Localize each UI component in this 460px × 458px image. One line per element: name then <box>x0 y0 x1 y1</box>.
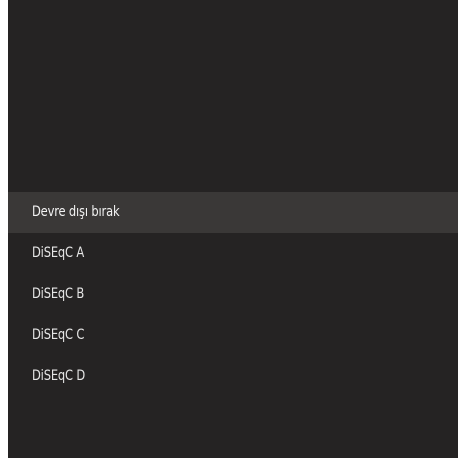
option-label: DiSEqC D <box>32 368 86 384</box>
option-diseqc-c[interactable]: DiSEqC C <box>8 315 458 356</box>
option-label: DiSEqC C <box>32 327 85 343</box>
option-disable[interactable]: Devre dışı bırak <box>8 192 458 233</box>
option-diseqc-d[interactable]: DiSEqC D <box>8 356 458 397</box>
option-label: Devre dışı bırak <box>32 204 120 220</box>
option-label: DiSEqC B <box>32 286 85 302</box>
option-list: Devre dışı bırak DiSEqC A DiSEqC B DiSEq… <box>8 192 458 397</box>
option-label: DiSEqC A <box>32 245 85 261</box>
option-diseqc-a[interactable]: DiSEqC A <box>8 233 458 274</box>
options-panel: Devre dışı bırak DiSEqC A DiSEqC B DiSEq… <box>8 0 458 458</box>
option-diseqc-b[interactable]: DiSEqC B <box>8 274 458 315</box>
